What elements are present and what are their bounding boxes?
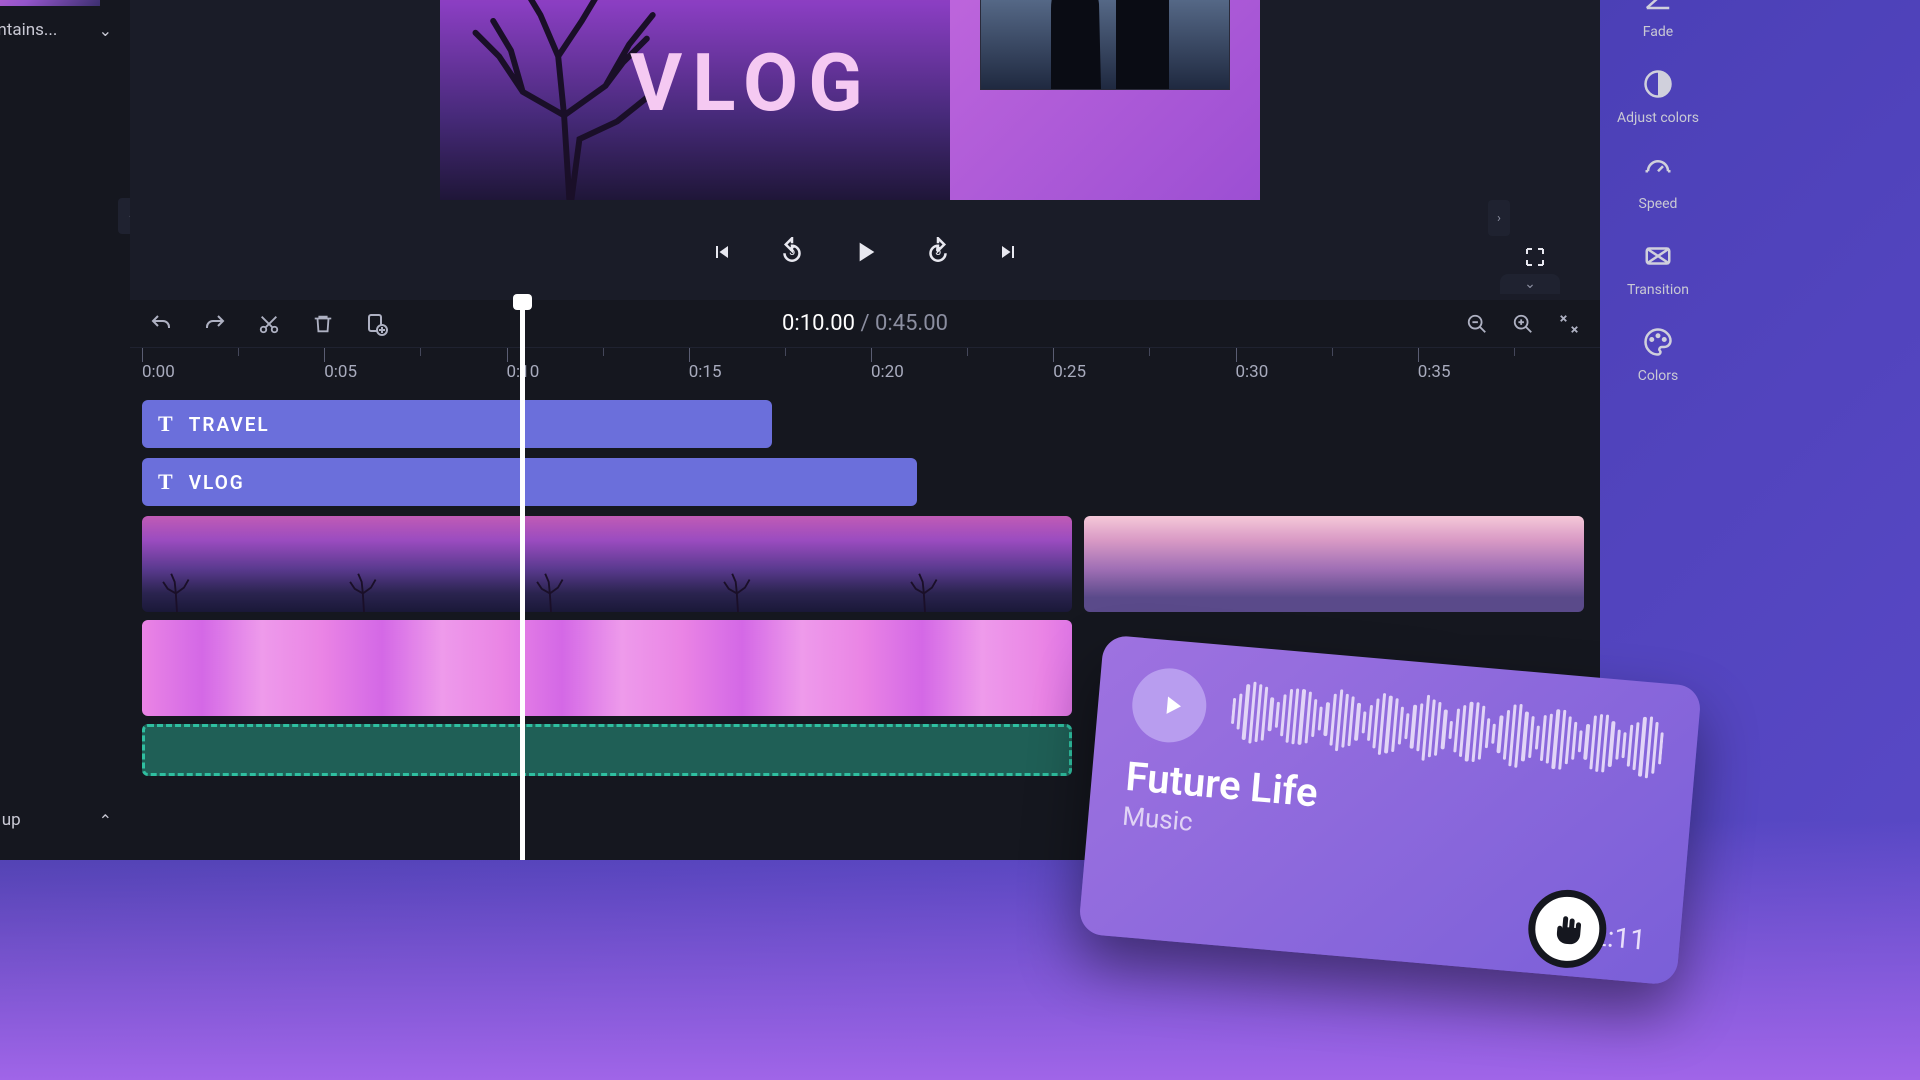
preview-scene: VLOG [440,0,950,200]
audio-clip-card[interactable]: Future Life Music 2:11 [1078,634,1702,985]
time-ruler[interactable]: 0:000:050:100:150:200:250:300:35 [130,348,1600,388]
asset-item[interactable]: untains... ⌄ [0,16,130,44]
timeline-toolbar: 0:10.00 / 0:45.00 [130,300,1600,348]
total-duration: 0:45.00 [875,311,948,336]
grab-cursor-icon [1525,887,1610,972]
adjust-colors-tool[interactable]: Adjust colors [1617,66,1699,126]
ruler-tick: 0:00 [142,348,324,388]
forward-5-button[interactable]: 5 [921,235,955,269]
ruler-tick: 0:05 [324,348,506,388]
assets-panel: untains... ⌄ d up ⌃ [0,0,130,860]
rewind-seconds: 5 [789,245,795,258]
effects-track[interactable] [142,620,1072,716]
palette-icon [1640,324,1676,360]
timecode-display: 0:10.00 / 0:45.00 [782,311,948,336]
colors-tool[interactable]: Colors [1638,324,1678,384]
ruler-tick: 0:35 [1418,348,1600,388]
ruler-tick: 0:25 [1053,348,1235,388]
video-track-1[interactable] [142,516,1072,612]
collapse-right-panel-button[interactable]: › [1488,200,1510,236]
fit-zoom-button[interactable] [1556,311,1582,337]
text-icon: T [158,411,175,437]
zoom-in-button[interactable] [1510,311,1536,337]
forward-seconds: 5 [935,245,941,258]
play-button[interactable] [845,232,885,272]
skip-end-button[interactable] [991,235,1025,269]
ruler-tick: 0:20 [871,348,1053,388]
ruler-tick: 0:10 [507,348,689,388]
fullscreen-button[interactable] [1520,242,1550,272]
add-media-button[interactable] [364,311,390,337]
ruler-tick: 0:30 [1236,348,1418,388]
effects-sidebar: Fade Adjust colors Speed Transition Colo… [1608,0,1708,450]
video-track-2[interactable] [1084,516,1584,612]
transition-icon [1640,238,1676,274]
cut-button[interactable] [256,311,282,337]
fade-icon [1640,0,1676,16]
text-clip[interactable]: T TRAVEL [142,400,772,448]
asset-label: untains... [0,20,57,40]
chevron-down-icon: ⌄ [99,21,112,40]
undo-button[interactable] [148,311,174,337]
speed-tool[interactable]: Speed [1639,152,1678,212]
text-clip-label: TRAVEL [189,413,270,436]
speed-icon [1640,152,1676,188]
fade-tool[interactable]: Fade [1640,0,1676,40]
video-preview[interactable]: VLOG [440,0,1260,200]
current-time: 0:10.00 [782,311,855,336]
redo-button[interactable] [202,311,228,337]
preview-pip-frame [950,0,1260,200]
expand-timeline-button[interactable]: ⌄ [1500,274,1560,294]
skip-start-button[interactable] [705,235,739,269]
overlay-text: VLOG [630,36,873,130]
preview-pip [980,0,1230,90]
preview-area: VLOG 5 [130,0,1600,290]
contrast-icon [1640,66,1676,102]
silhouette-graphic [1021,0,1191,89]
ruler-tick: 0:15 [689,348,871,388]
chevron-up-icon: ⌃ [99,811,112,830]
zoom-out-button[interactable] [1464,311,1490,337]
transition-tool[interactable]: Transition [1627,238,1689,298]
transport-controls: 5 5 [130,222,1600,282]
preview-audio-button[interactable] [1129,665,1209,745]
text-icon: T [158,469,175,495]
text-clip[interactable]: T VLOG [142,458,917,506]
audio-drop-zone[interactable] [142,724,1072,776]
rewind-5-button[interactable]: 5 [775,235,809,269]
asset-thumbnail[interactable] [0,0,100,6]
asset-label: d up [0,810,21,830]
delete-button[interactable] [310,311,336,337]
asset-item-bottom[interactable]: d up ⌃ [0,804,130,836]
playhead[interactable] [520,300,525,860]
text-clip-label: VLOG [189,471,245,494]
